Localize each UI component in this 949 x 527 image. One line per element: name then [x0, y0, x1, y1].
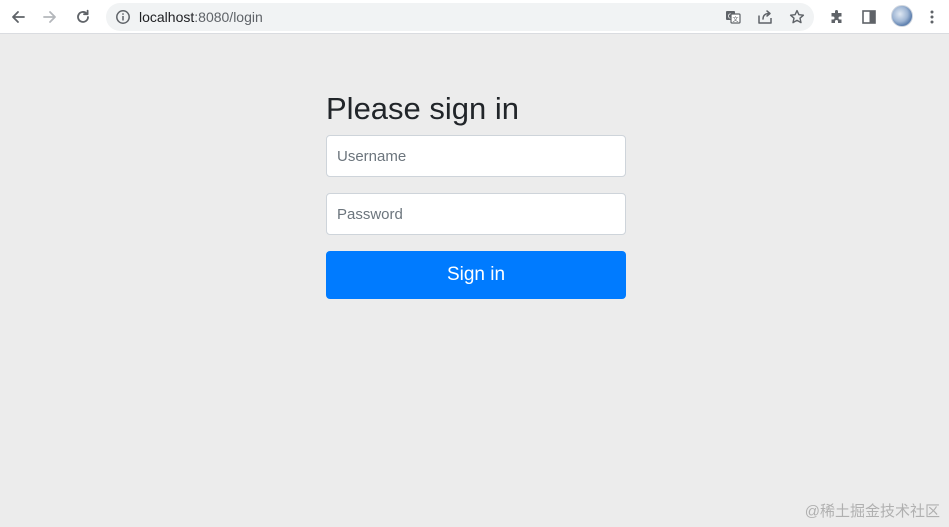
password-input[interactable] [326, 193, 626, 235]
page-title: Please sign in [326, 91, 520, 126]
side-panel-icon[interactable] [857, 5, 881, 29]
profile-avatar[interactable] [891, 5, 913, 27]
url-path: :8080/login [194, 9, 263, 25]
address-bar[interactable]: localhost:8080/login G文 [106, 3, 814, 31]
puzzle-icon[interactable] [825, 5, 849, 29]
browser-toolbar: localhost:8080/login G文 [0, 0, 949, 34]
back-arrow-icon[interactable] [6, 5, 30, 29]
sign-in-button[interactable]: Sign in [326, 251, 626, 299]
watermark-text: @稀土掘金技术社区 [804, 503, 940, 520]
url-text: localhost:8080/login [139, 9, 263, 25]
translate-icon[interactable]: G文 [725, 9, 741, 25]
reload-icon[interactable] [71, 5, 95, 29]
share-icon[interactable] [757, 9, 773, 25]
username-input[interactable] [326, 135, 626, 177]
info-icon[interactable] [115, 9, 131, 25]
kebab-menu-icon[interactable] [920, 5, 944, 29]
forward-arrow-icon[interactable] [38, 5, 62, 29]
url-host: localhost [139, 9, 195, 25]
login-form: Please sign in Sign in [326, 90, 626, 299]
svg-text:文: 文 [732, 15, 738, 23]
star-icon[interactable] [789, 9, 805, 25]
